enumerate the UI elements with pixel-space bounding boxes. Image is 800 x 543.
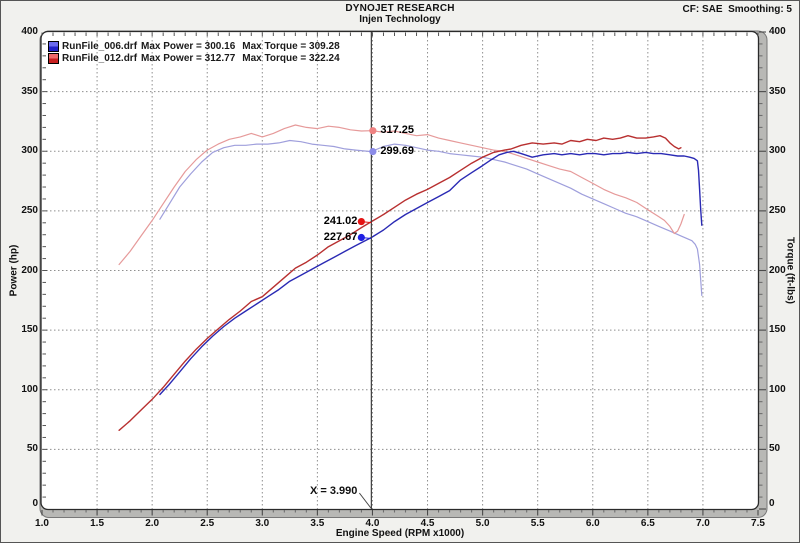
readout-dot <box>358 234 365 241</box>
y-right-tick-label: 400 <box>769 26 799 37</box>
x-tick-label: 5.0 <box>466 518 500 529</box>
y-left-tick-label: 400 <box>8 26 38 37</box>
legend-row-runfile-012[interactable]: RunFile_012.drf Max Power = 312.77 Max T… <box>48 53 340 64</box>
x-tick-label: 1.0 <box>25 518 59 529</box>
dyno-chart-window: DYNOJET RESEARCH Injen Technology CF: SA… <box>0 0 800 543</box>
y-right-tick-label: 100 <box>769 384 799 395</box>
x-axis-title: Engine Speed (RPM x1000) <box>1 528 799 539</box>
x-tick-label: 6.0 <box>576 518 610 529</box>
legend-swatch-red <box>48 53 59 64</box>
x-tick-label: 4.0 <box>355 518 389 529</box>
x-tick-label: 2.5 <box>190 518 224 529</box>
y-left-tick-label: 0 <box>8 498 38 509</box>
cursor-readout-torque-006: 299.69 <box>380 145 414 157</box>
legend-max-torque: Max Torque = 309.28 <box>242 41 339 52</box>
cursor-readout-power-006: 227.67 <box>305 231 357 243</box>
x-tick-label: 3.0 <box>245 518 279 529</box>
chart-canvas[interactable] <box>1 1 800 543</box>
cursor-readout-torque-012: 317.25 <box>380 124 414 136</box>
y-right-tick-label: 50 <box>769 443 799 454</box>
y-left-tick-label: 300 <box>8 145 38 156</box>
legend-max-power: Max Power = 312.77 <box>141 53 235 64</box>
readout-dot <box>358 218 365 225</box>
legend-file-name: RunFile_012.drf <box>62 53 137 64</box>
y-left-tick-label: 50 <box>8 443 38 454</box>
y-right-tick-label: 0 <box>769 498 799 509</box>
x-tick-label: 7.0 <box>686 518 720 529</box>
y-left-tick-label: 250 <box>8 205 38 216</box>
y-right-tick-label: 150 <box>769 324 799 335</box>
correction-smoothing-label: CF: SAE Smoothing: 5 <box>683 4 792 15</box>
y-left-tick-label: 350 <box>8 86 38 97</box>
y-right-tick-label: 200 <box>769 265 799 276</box>
y-right-tick-label: 300 <box>769 145 799 156</box>
y-left-tick-label: 100 <box>8 384 38 395</box>
legend-row-runfile-006[interactable]: RunFile_006.drf Max Power = 300.16 Max T… <box>48 41 340 52</box>
chart-subtitle: Injen Technology <box>1 14 799 25</box>
cursor-readout-power-012: 241.02 <box>305 215 357 227</box>
x-tick-label: 1.5 <box>80 518 114 529</box>
y-left-tick-label: 150 <box>8 324 38 335</box>
legend-max-power: Max Power = 300.16 <box>141 41 235 52</box>
y-right-tick-label: 250 <box>769 205 799 216</box>
readout-dot <box>369 148 376 155</box>
y-left-tick-label: 200 <box>8 265 38 276</box>
y-right-tick-label: 350 <box>769 86 799 97</box>
x-tick-label: 2.0 <box>135 518 169 529</box>
cursor-x-value-label: X = 3.990 <box>273 485 357 497</box>
x-tick-label: 5.5 <box>521 518 555 529</box>
x-tick-label: 6.5 <box>631 518 665 529</box>
x-tick-label: 3.5 <box>300 518 334 529</box>
readout-dot <box>369 127 376 134</box>
app-title: DYNOJET RESEARCH <box>1 3 799 14</box>
legend-file-name: RunFile_006.drf <box>62 41 137 52</box>
legend-max-torque: Max Torque = 322.24 <box>242 53 339 64</box>
legend-swatch-blue <box>48 41 59 52</box>
x-tick-label: 7.5 <box>741 518 775 529</box>
x-tick-label: 4.5 <box>411 518 445 529</box>
